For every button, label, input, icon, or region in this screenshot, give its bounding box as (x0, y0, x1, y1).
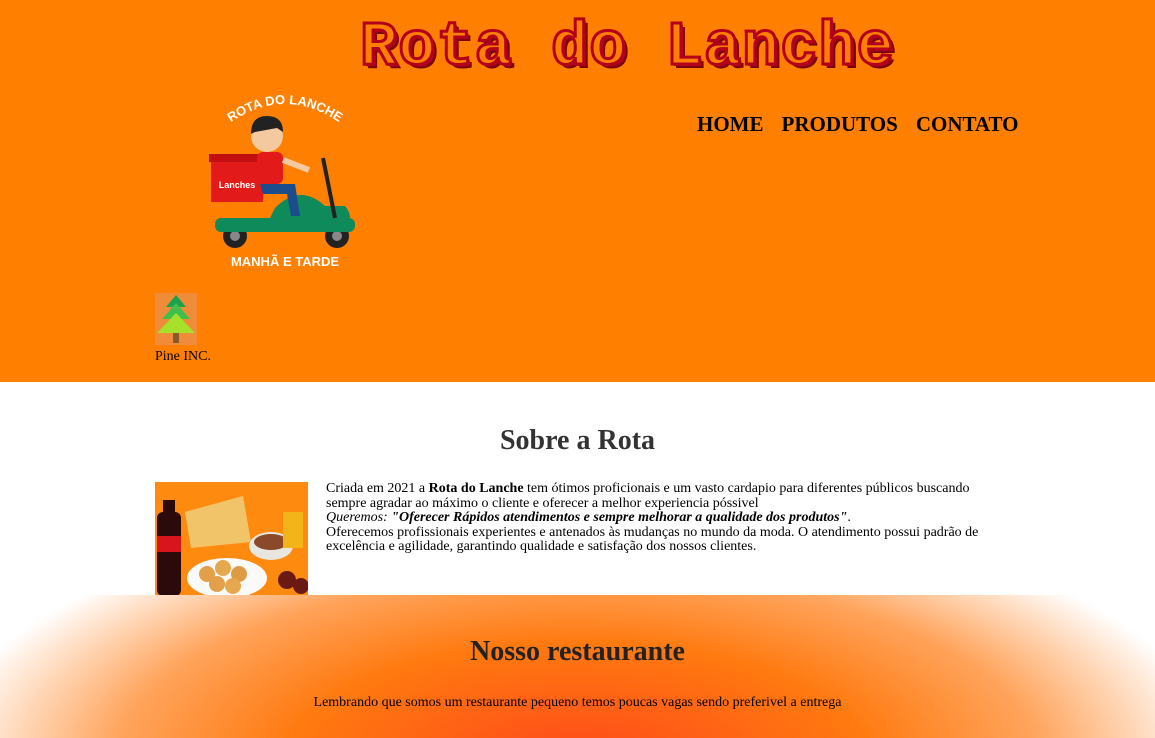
logo-top-text: ROTA DO LANCHE (224, 92, 346, 125)
restaurant-logo[interactable]: ROTA DO LANCHE Lanches MANHÃ E TARDE (205, 88, 365, 273)
restaurant-text: Lembrando que somos um restaurante peque… (313, 695, 842, 710)
restaurant-section: Nosso restaurante Lembrando que somos um… (0, 595, 1155, 738)
delivery-scooter-icon: ROTA DO LANCHE Lanches MANHÃ E TARDE (209, 92, 355, 269)
site-header: Rota do Lanche ROTA DO LANCHE Lanches MA… (0, 0, 1155, 382)
restaurant-title: Nosso restaurante (470, 636, 685, 667)
nav-home[interactable]: HOME (697, 112, 764, 136)
brand-title: Rota do Lanche (359, 11, 896, 85)
about-paragraph-3: Oferecemos profissionais experientes e a… (326, 524, 979, 554)
about-paragraph-2: Queremos: "Oferecer Rápidos atendimentos… (326, 510, 851, 525)
nav-produtos[interactable]: PRODUTOS (782, 112, 898, 136)
nav-contato[interactable]: CONTATO (916, 112, 1019, 136)
logo-bottom-text: MANHÃ E TARDE (231, 254, 339, 269)
about-title: Sobre a Rota (499, 425, 656, 456)
about-paragraph-1: Criada em 2021 a Rota do Lanche tem ótim… (326, 481, 970, 511)
pine-label: Pine INC. (155, 349, 211, 364)
main-nav: HOME PRODUTOS CONTATO (697, 112, 1019, 136)
food-image (155, 482, 308, 596)
about-text: Criada em 2021 a Rota do Lanche tem ótim… (326, 481, 1006, 555)
pine-tree-icon (155, 293, 197, 345)
logo-box-text: Lanches (219, 180, 256, 190)
